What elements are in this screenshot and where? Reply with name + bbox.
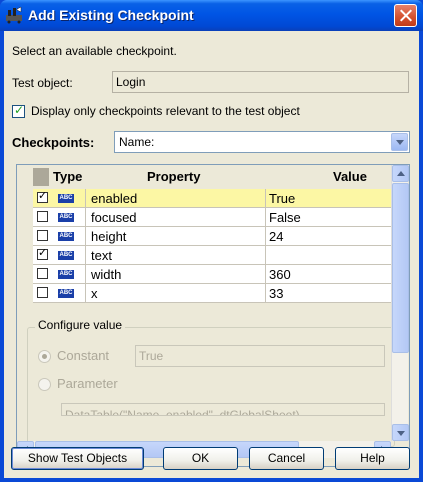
constant-value-field[interactable]: True [135,345,385,367]
ok-button[interactable]: OK [163,447,238,470]
value-cell: True [269,191,296,206]
table-row[interactable]: ABC width 360 [33,265,391,284]
property-cell: width [91,267,122,282]
table-row[interactable]: ABC text [33,246,391,265]
value-cell: False [269,210,301,225]
dialog-client-area: Select an available checkpoint. Test obj… [4,31,419,478]
cancel-button[interactable]: Cancel [249,447,324,470]
parameter-radio[interactable] [38,378,51,391]
value-cell: 24 [269,229,284,244]
grid-select-all-corner[interactable] [33,168,49,186]
checkpoints-selected-value: Name: [119,135,155,149]
property-cell: focused [91,210,137,225]
vertical-scrollbar[interactable] [391,165,409,441]
filter-relevant-label: Display only checkpoints relevant to the… [31,104,300,118]
property-column-header[interactable]: Property [147,169,200,184]
string-type-icon: ABC [58,270,74,279]
row-checkbox[interactable] [37,246,48,260]
checkpoints-dropdown[interactable]: Name: [114,131,410,153]
string-type-icon: ABC [58,289,74,298]
parameter-value-field[interactable]: DataTable("Name_enabled", dtGlobalSheet) [61,403,385,416]
checkpoints-label: Checkpoints: [12,135,95,150]
constant-label: Constant [57,348,110,363]
test-object-value: Login [116,75,146,89]
row-checkbox[interactable] [37,230,48,241]
parameter-label: Parameter [57,376,118,391]
vertical-scroll-thumb[interactable] [392,183,409,353]
constant-radio[interactable] [38,350,51,363]
scroll-up-icon[interactable] [392,165,409,182]
row-checkbox[interactable] [37,211,48,222]
table-row[interactable]: ABC x 33 [33,284,391,303]
scroll-down-icon[interactable] [392,424,409,441]
constant-value: True [139,349,164,363]
chevron-down-icon[interactable] [391,133,408,151]
title-bar[interactable]: Add Existing Checkpoint [0,0,423,31]
value-cell: 33 [269,286,284,301]
row-checkbox[interactable] [37,189,48,203]
window-title: Add Existing Checkpoint [28,7,194,23]
row-checkbox[interactable] [37,287,48,298]
value-column-header[interactable]: Value [333,169,367,184]
string-type-icon: ABC [58,232,74,241]
string-type-icon: ABC [58,213,74,222]
property-cell: x [91,286,98,301]
configure-value-title: Configure value [35,318,126,332]
property-cell: enabled [91,191,138,206]
filter-relevant-checkbox[interactable] [12,103,25,118]
test-object-label: Test object: [12,76,73,90]
parameter-value: DataTable("Name_enabled", dtGlobalSheet) [65,408,300,416]
show-test-objects-button[interactable]: Show Test Objects [11,447,144,470]
string-type-icon: ABC [58,194,74,203]
test-object-field: Login [112,71,409,93]
close-button[interactable] [394,4,417,27]
property-cell: height [91,229,127,244]
property-cell: text [91,248,112,263]
table-row[interactable]: ABC height 24 [33,227,391,246]
row-checkbox[interactable] [37,268,48,279]
value-cell: 360 [269,267,291,282]
dialog-window: Add Existing Checkpoint Select an availa… [0,0,423,482]
string-type-icon: ABC [58,251,74,260]
table-row[interactable]: ABC focused False [33,208,391,227]
checkpoint-properties-panel: Type Property Value ABC enabled True ABC… [16,164,410,467]
help-button[interactable]: Help [335,447,410,470]
checkpoint-app-icon [6,6,22,24]
intro-text: Select an available checkpoint. [12,44,177,58]
table-row[interactable]: ABC enabled True [33,189,391,208]
type-column-header[interactable]: Type [53,169,82,184]
